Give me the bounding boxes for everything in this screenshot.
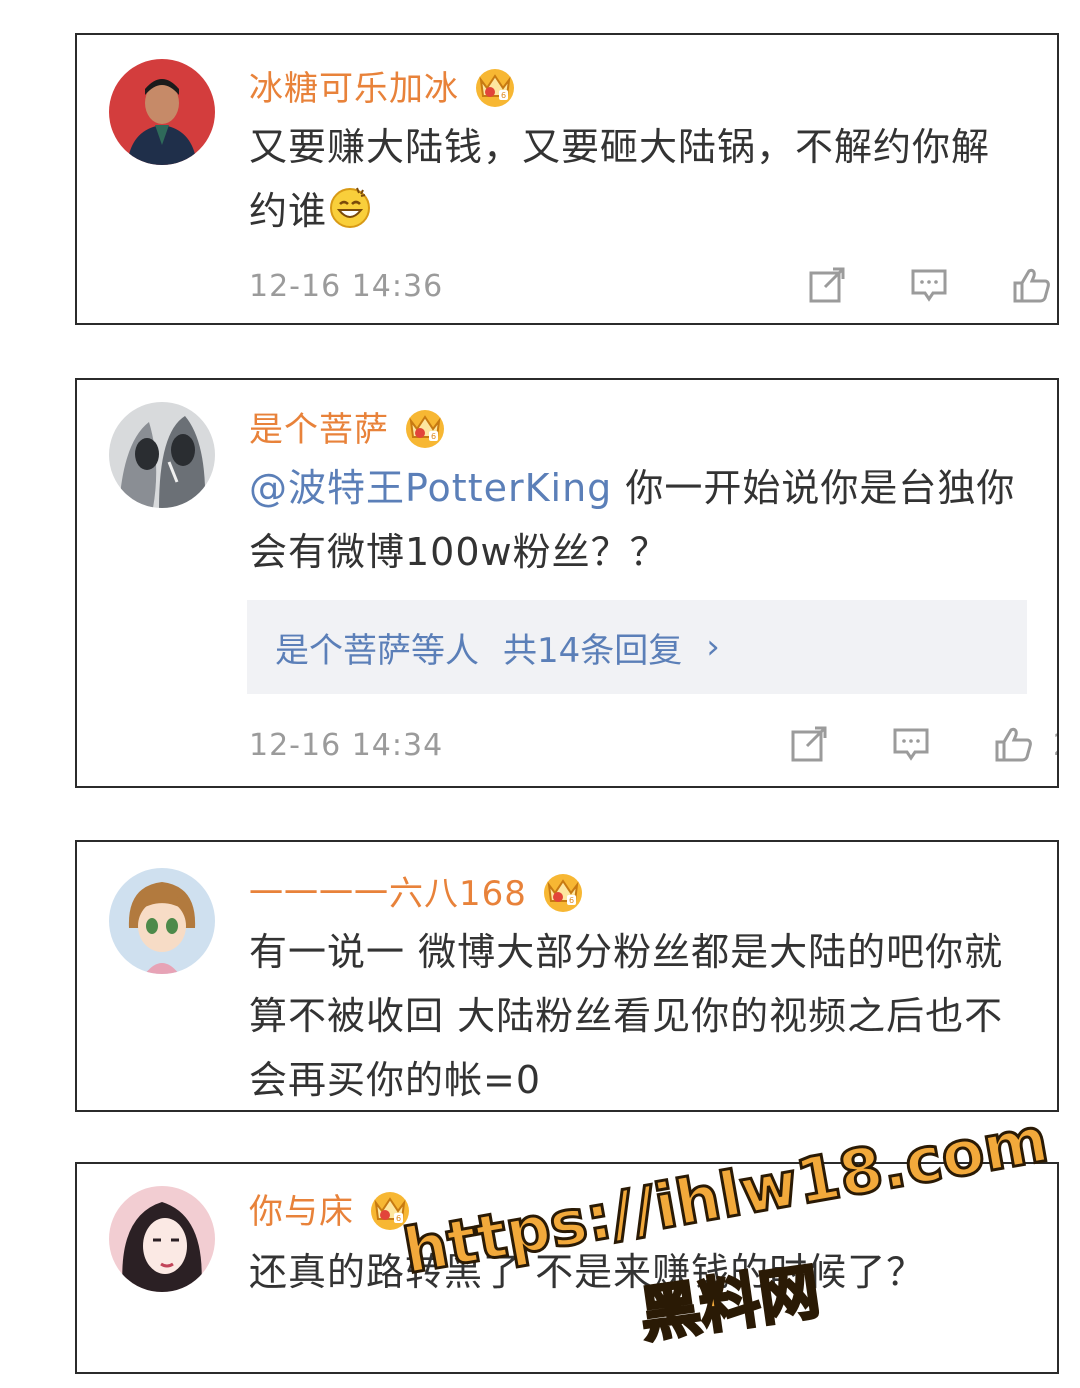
user-avatar[interactable] xyxy=(109,59,215,165)
username[interactable]: 冰糖可乐加冰 xyxy=(249,61,459,110)
crown-vip-icon xyxy=(405,408,445,449)
replies-count: 共14条回复 xyxy=(503,630,683,671)
comment-meta: 12-16 14:34 246 xyxy=(249,724,1057,768)
user-avatar[interactable] xyxy=(109,1186,215,1292)
timestamp: 12-16 14:34 xyxy=(249,728,444,763)
comment-icon[interactable] xyxy=(909,265,949,305)
grinning-face-emoji-icon xyxy=(330,187,371,228)
comment-text: 有一说一 微博大部分粉丝都是大陆的吧你就算不被收回 大陆粉丝看见你的视频之后也不… xyxy=(249,920,1027,1110)
username[interactable]: 你与床 xyxy=(249,1184,354,1233)
comment-text: @波特王PotterKing 你一开始说你是台独你会有微博100w粉丝？？ xyxy=(249,456,1027,584)
like-count: 246 xyxy=(1053,728,1057,763)
chevron-right-icon: › xyxy=(706,627,720,667)
user-avatar[interactable] xyxy=(109,868,215,974)
comment-meta: 12-16 14:36 52 xyxy=(249,265,1050,309)
username[interactable]: 是个菩萨 xyxy=(249,402,389,451)
replies-who: 是个菩萨等人 xyxy=(275,630,479,671)
comment-card: 冰糖可乐加冰 又要赚大陆钱，又要砸大陆锅，不解约你解约谁 12-16 14:36… xyxy=(75,33,1059,325)
timestamp: 12-16 14:36 xyxy=(249,269,444,304)
comment-card: 是个菩萨 @波特王PotterKing 你一开始说你是台独你会有微博100w粉丝… xyxy=(75,378,1059,788)
like-icon[interactable] xyxy=(993,724,1033,764)
share-icon[interactable] xyxy=(789,724,829,764)
comment-body: 有一说一 微博大部分粉丝都是大陆的吧你就算不被收回 大陆粉丝看见你的视频之后也不… xyxy=(249,930,1004,1102)
comment-text: 又要赚大陆钱，又要砸大陆锅，不解约你解约谁 xyxy=(249,115,1027,243)
crown-vip-icon xyxy=(475,67,515,108)
user-avatar[interactable] xyxy=(109,402,215,508)
mention-link[interactable]: @波特王PotterKing xyxy=(249,466,612,510)
crown-vip-icon xyxy=(542,872,583,913)
share-icon[interactable] xyxy=(807,265,847,305)
comment-icon[interactable] xyxy=(891,724,931,764)
username[interactable]: 一一一一六八168 xyxy=(249,866,527,915)
replies-summary[interactable]: 是个菩萨等人 共14条回复 › xyxy=(247,600,1027,694)
comment-card: 一一一一六八168 有一说一 微博大部分粉丝都是大陆的吧你就算不被收回 大陆粉丝… xyxy=(75,840,1059,1112)
like-icon[interactable] xyxy=(1011,265,1051,305)
